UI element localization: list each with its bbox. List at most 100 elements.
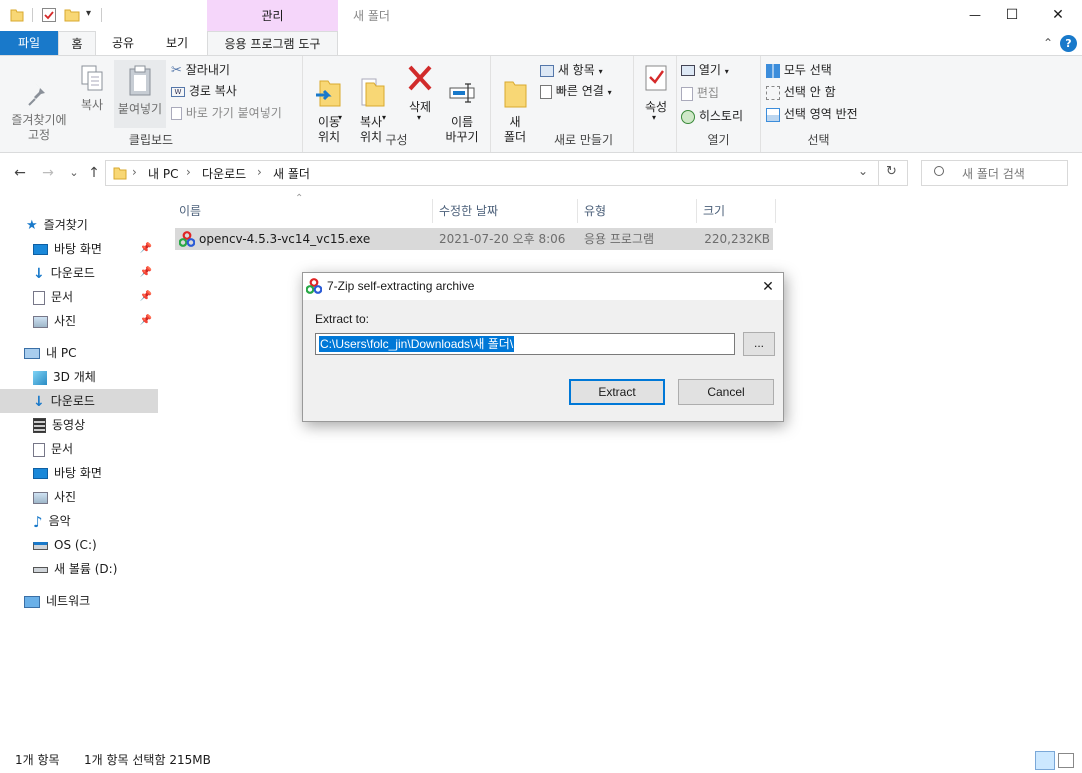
- pin-icon: [28, 83, 45, 106]
- status-selected: 1개 항목 선택함 215MB: [84, 753, 211, 767]
- move-to-button[interactable]: 이동 위치: [310, 62, 348, 160]
- paste-shortcut-icon: [171, 107, 182, 120]
- edit-button[interactable]: 편집: [681, 83, 719, 103]
- cancel-button[interactable]: Cancel: [678, 379, 774, 405]
- extract-path-input[interactable]: C:\Users\folc_jin\Downloads\새 폴더\: [315, 333, 735, 355]
- nav-quick-documents[interactable]: 문서 📌: [0, 285, 158, 309]
- tab-view[interactable]: 보기: [154, 31, 200, 55]
- column-header-size[interactable]: 크기: [698, 199, 776, 223]
- history-icon: [681, 109, 695, 124]
- invert-selection-icon: [766, 107, 780, 122]
- pin-quick-access-button[interactable]: 즐겨찾기에 고정: [4, 64, 74, 158]
- nav-pictures[interactable]: 사진: [0, 485, 158, 509]
- back-button[interactable]: ←: [10, 163, 30, 183]
- breadcrumb-separator: ›: [257, 165, 262, 179]
- select-none-button[interactable]: 선택 안 함: [766, 82, 836, 102]
- copy-button[interactable]: 복사: [74, 64, 110, 113]
- delete-button[interactable]: 삭제: [402, 62, 438, 115]
- computer-icon: [24, 348, 40, 359]
- history-button[interactable]: 히스토리: [681, 106, 743, 126]
- nav-quick-desktop[interactable]: 바탕 화면 📌: [0, 237, 158, 261]
- copy-path-button[interactable]: W 경로 복사: [171, 81, 237, 101]
- search-box[interactable]: 새 폴더 검색: [921, 160, 1068, 186]
- nav-quick-access[interactable]: ★ 즐겨찾기: [0, 213, 158, 237]
- new-folder-button[interactable]: 새 폴더: [498, 62, 532, 160]
- nav-3d-objects[interactable]: 3D 개체: [0, 365, 158, 389]
- star-icon: ★: [26, 217, 38, 233]
- nav-label: 내 PC: [46, 346, 77, 360]
- properties-dropdown-icon[interactable]: ▾: [652, 113, 656, 122]
- nav-label: OS (C:): [54, 538, 97, 552]
- invert-selection-button[interactable]: 선택 영역 반전: [766, 104, 858, 124]
- nav-drive-d[interactable]: 새 볼륨 (D:): [0, 557, 158, 581]
- breadcrumb-downloads[interactable]: 다운로드: [202, 165, 246, 182]
- window-title: 새 폴더: [353, 9, 390, 23]
- copy-to-button[interactable]: 복사 위치: [352, 62, 390, 160]
- extract-button[interactable]: Extract: [569, 379, 665, 405]
- new-item-button[interactable]: 새 항목 ▾: [540, 60, 603, 80]
- nav-downloads[interactable]: ↓ 다운로드: [0, 389, 158, 413]
- document-icon: [33, 442, 45, 457]
- nav-desktop[interactable]: 바탕 화면: [0, 461, 158, 485]
- nav-documents[interactable]: 문서: [0, 437, 158, 461]
- quick-access-dropdown-icon[interactable]: ▾: [86, 8, 91, 19]
- properties-button[interactable]: 속성: [640, 62, 672, 115]
- address-dropdown-icon[interactable]: ⌄: [858, 164, 868, 178]
- up-button[interactable]: ↑: [84, 163, 104, 183]
- column-header-type[interactable]: 유형: [579, 199, 697, 223]
- tab-home[interactable]: 홈: [58, 31, 96, 56]
- search-placeholder: 새 폴더 검색: [962, 167, 1025, 181]
- nav-this-pc[interactable]: 내 PC: [0, 341, 158, 365]
- desktop-icon: [33, 468, 48, 479]
- opencv-app-icon: [178, 231, 196, 247]
- forward-button[interactable]: →: [38, 163, 58, 183]
- nav-music[interactable]: ♪ 음악: [0, 509, 158, 533]
- details-view-icon[interactable]: [1035, 751, 1055, 770]
- help-icon[interactable]: ?: [1060, 35, 1077, 52]
- column-header-name[interactable]: 이름: [174, 199, 433, 223]
- refresh-icon[interactable]: ↻: [886, 164, 897, 179]
- nav-network[interactable]: 네트워크: [0, 589, 158, 613]
- paste-button[interactable]: 붙여넣기: [114, 60, 166, 128]
- tab-share[interactable]: 공유: [100, 31, 146, 55]
- context-tab-group-manage: 관리: [207, 0, 338, 31]
- network-icon: [24, 595, 40, 608]
- large-icons-view-icon[interactable]: [1058, 753, 1074, 768]
- copy-to-dropdown-icon[interactable]: ▾: [382, 113, 386, 122]
- scissors-icon: ✂: [171, 62, 182, 78]
- ribbon-collapse-icon[interactable]: ⌃: [1043, 36, 1053, 50]
- move-to-dropdown-icon[interactable]: ▾: [338, 113, 342, 122]
- breadcrumb-this-pc[interactable]: 내 PC: [148, 165, 178, 182]
- tab-app-tools[interactable]: 응용 프로그램 도구: [207, 31, 338, 56]
- new-folder-quick-icon[interactable]: [64, 7, 80, 23]
- select-all-button[interactable]: 모두 선택: [766, 60, 832, 80]
- nav-videos[interactable]: 동영상: [0, 413, 158, 437]
- browse-button[interactable]: ...: [743, 332, 775, 356]
- minimize-button[interactable]: —: [955, 0, 995, 31]
- recent-locations-button[interactable]: ⌄: [64, 163, 84, 183]
- group-label: 열기: [707, 133, 730, 147]
- tab-file[interactable]: 파일: [0, 31, 58, 55]
- properties-quick-icon[interactable]: [41, 7, 57, 23]
- dialog-close-button[interactable]: ✕: [753, 273, 783, 300]
- easy-access-button[interactable]: 빠른 연결 ▾: [540, 81, 612, 101]
- extract-to-label: Extract to:: [315, 312, 370, 326]
- drive-icon: [33, 566, 48, 573]
- address-box[interactable]: › 내 PC › 다운로드 › 새 폴더 ⌄ ↻: [105, 160, 908, 186]
- nav-drive-c[interactable]: OS (C:): [0, 533, 158, 557]
- paste-label: 붙여넣기: [117, 102, 163, 116]
- paste-shortcut-button[interactable]: 바로 가기 붙여넣기: [171, 103, 282, 123]
- delete-dropdown-icon[interactable]: ▾: [417, 113, 421, 122]
- close-button[interactable]: ✕: [1038, 0, 1078, 31]
- rename-button[interactable]: 이름 바꾸기: [442, 62, 482, 160]
- open-button[interactable]: 열기 ▾: [681, 60, 729, 80]
- maximize-button[interactable]: ☐: [992, 0, 1032, 31]
- easy-access-icon: [540, 84, 552, 99]
- select-all-label: 모두 선택: [783, 63, 832, 77]
- download-arrow-icon: ↓: [33, 265, 45, 282]
- nav-quick-downloads[interactable]: ↓ 다운로드 📌: [0, 261, 158, 285]
- breadcrumb-new-folder[interactable]: 새 폴더: [273, 165, 310, 182]
- cut-button[interactable]: ✂ 잘라내기: [171, 60, 230, 80]
- column-header-modified[interactable]: 수정한 날짜: [434, 199, 578, 223]
- nav-quick-pictures[interactable]: 사진 📌: [0, 309, 158, 333]
